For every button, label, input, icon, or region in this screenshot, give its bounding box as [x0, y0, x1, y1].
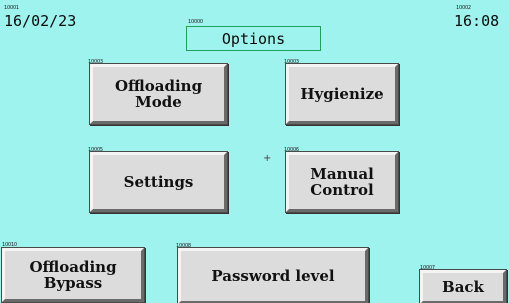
title-tag-id: 10000: [188, 19, 203, 25]
offloading-bypass-button[interactable]: Offloading Bypass: [2, 248, 144, 302]
hygienize-button[interactable]: Hygienize: [286, 64, 398, 124]
back-label: Back: [442, 278, 484, 296]
hygienize-label: Hygienize: [300, 85, 384, 103]
password-level-button[interactable]: Password level: [178, 248, 368, 303]
offloading-mode-label: Offloading Mode: [114, 77, 203, 111]
back-button[interactable]: Back: [420, 270, 506, 303]
hmi-screen: 10001 16/02/23 10002 16:08 10000 Options…: [0, 0, 509, 303]
settings-label: Settings: [123, 173, 194, 191]
manual-control-label: Manual Control: [310, 165, 374, 199]
date-display: 16/02/23: [4, 12, 77, 30]
page-title: Options: [186, 26, 321, 51]
time-tag-id: 10002: [456, 5, 471, 11]
settings-button[interactable]: Settings: [90, 152, 227, 212]
center-marker: +: [263, 153, 272, 164]
offloading-mode-button[interactable]: Offloading Mode: [90, 64, 227, 124]
offloading-bypass-label: Offloading Bypass: [29, 258, 117, 292]
manual-control-button[interactable]: Manual Control: [286, 152, 398, 212]
time-display: 16:08: [454, 12, 500, 30]
date-tag-id: 10001: [4, 5, 19, 11]
page-title-text: Options: [221, 29, 286, 48]
password-level-label: Password level: [211, 267, 335, 285]
